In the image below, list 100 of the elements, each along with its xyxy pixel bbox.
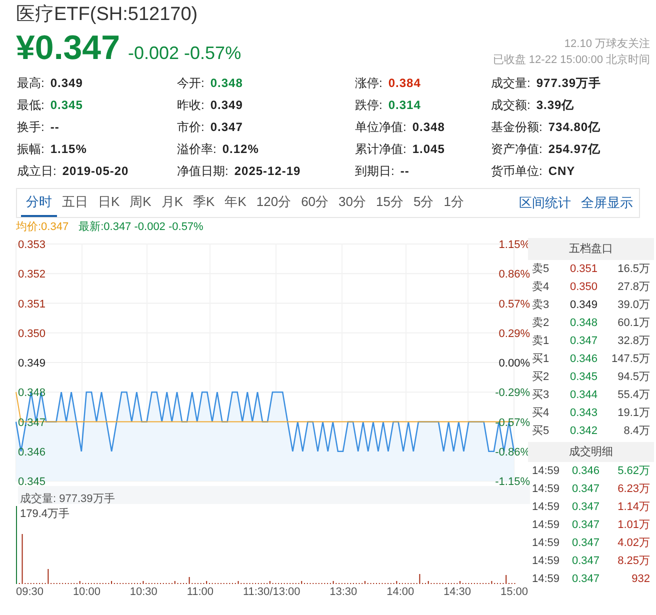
order-level: 买4 — [532, 406, 550, 421]
axis-label: 0.348 — [18, 387, 46, 400]
order-price: 0.343 — [570, 406, 599, 421]
stat-value: 2025-12-19 — [234, 163, 301, 180]
trade-price: 0.347 — [572, 572, 601, 587]
order-volume: 16.5万 — [616, 262, 650, 277]
period-tab[interactable]: 分时 — [21, 189, 57, 217]
trade-volume: 6.23万 — [616, 482, 650, 497]
order-price: 0.342 — [570, 424, 599, 439]
axis-label: 0.349 — [18, 358, 46, 370]
order-level: 卖4 — [532, 280, 550, 295]
stat-label: 到期日: — [355, 163, 394, 180]
stat-value: -- — [400, 163, 410, 180]
stat-label: 成交量: — [491, 75, 530, 92]
axis-label: 0.351 — [18, 298, 46, 310]
trade-time: 14:59 — [532, 500, 561, 515]
period-tab[interactable]: 五日 — [57, 189, 93, 217]
period-tab[interactable]: 季K — [188, 189, 220, 217]
time-axis-label: 10:30 — [130, 585, 158, 600]
period-tab[interactable]: 120分 — [251, 189, 296, 217]
stat-label: 净值日期: — [177, 163, 228, 180]
time-axis-label: 13:30 — [330, 585, 358, 600]
order-price: 0.346 — [570, 352, 599, 367]
axis-label: 0.29% — [498, 328, 530, 340]
order-volume: 32.8万 — [616, 334, 650, 349]
axis-label: 0.57% — [498, 298, 530, 310]
stat-value: 0.349 — [50, 75, 83, 92]
stat-value: 1.15% — [50, 141, 87, 158]
time-axis-label: 09:30 — [16, 585, 44, 600]
axis-label: -0.29% — [495, 387, 530, 400]
trade-volume: 932 — [630, 572, 650, 587]
trade-volume: 4.02万 — [616, 536, 650, 551]
time-axis-label: 11:30/13:00 — [242, 585, 300, 600]
stat-value: 2019-05-20 — [62, 163, 129, 180]
order-level: 买3 — [532, 388, 550, 403]
axis-label: -0.86% — [495, 446, 530, 458]
order-price: 0.347 — [570, 334, 599, 349]
period-tab[interactable]: 周K — [124, 189, 156, 217]
trade-time: 14:59 — [532, 554, 561, 569]
order-level: 买2 — [532, 370, 550, 385]
trade-time: 14:59 — [532, 572, 561, 587]
period-tab[interactable]: 月K — [156, 189, 188, 217]
order-price: 0.350 — [570, 280, 599, 295]
trade-price: 0.347 — [572, 536, 601, 551]
trade-time: 14:59 — [532, 482, 561, 497]
volume-max-label: 179.4万手 — [20, 507, 70, 522]
trade-volume: 8.25万 — [616, 554, 650, 569]
trade-volume: 1.14万 — [616, 500, 650, 515]
chart-link[interactable]: 全屏显示 — [581, 193, 633, 213]
stat-value: 0.349 — [210, 97, 243, 114]
stat-value: 1.045 — [412, 141, 445, 158]
order-book-header: 五档盘口 — [528, 238, 654, 260]
stat-value: -- — [50, 119, 60, 136]
order-level: 卖3 — [532, 298, 550, 313]
market-status: 已收盘 12-22 15:00:00 北京时间 — [492, 52, 650, 68]
order-volume: 19.1万 — [616, 406, 650, 421]
period-tab[interactable]: 30分 — [334, 189, 371, 217]
stat-label: 货币单位: — [491, 163, 542, 180]
stat-label: 振幅: — [17, 141, 44, 158]
trade-price: 0.347 — [572, 554, 601, 569]
time-axis-label: 10:00 — [72, 585, 100, 600]
order-price: 0.344 — [570, 388, 599, 403]
stat-label: 溢价率: — [177, 141, 216, 158]
trade-time: 14:59 — [532, 536, 561, 551]
stat-value: 0.348 — [210, 75, 243, 92]
latest-price-legend: 最新:0.347 -0.002 -0.57% — [78, 218, 204, 236]
stat-label: 单位净值: — [355, 119, 406, 136]
period-tab[interactable]: 1分 — [438, 189, 469, 217]
period-tab[interactable]: 年K — [220, 189, 252, 217]
period-tab[interactable]: 5分 — [408, 189, 439, 217]
order-level: 卖1 — [532, 334, 550, 349]
trades-header: 成交明细 — [528, 442, 654, 462]
average-price-legend: 均价:0.347 — [16, 218, 69, 236]
stat-label: 最低: — [17, 97, 44, 114]
order-volume: 60.1万 — [616, 316, 650, 331]
period-tab[interactable]: 60分 — [296, 189, 334, 217]
period-tab[interactable]: 15分 — [371, 189, 408, 217]
stat-label: 成立日: — [17, 163, 56, 180]
stat-value: 0.345 — [50, 97, 83, 114]
period-tab[interactable]: 日K — [93, 189, 125, 217]
chart-link[interactable]: 区间统计 — [519, 193, 571, 213]
order-volume: 94.5万 — [616, 370, 650, 385]
order-volume: 39.0万 — [616, 298, 650, 313]
stat-value: 977.39万手 — [536, 75, 602, 92]
stat-label: 涨停: — [355, 75, 382, 92]
fund-title: 医疗ETF(SH:512170) — [16, 3, 199, 27]
order-level: 买5 — [532, 424, 550, 439]
order-price: 0.345 — [570, 370, 599, 385]
stat-value: 0.12% — [222, 141, 259, 158]
stat-label: 基金份额: — [491, 119, 542, 136]
stat-value: 734.80亿 — [548, 119, 601, 136]
trade-price: 0.346 — [572, 464, 601, 479]
time-axis-label: 11:00 — [186, 585, 214, 600]
axis-label: 0.00% — [498, 358, 530, 370]
order-volume: 8.4万 — [622, 424, 650, 439]
order-volume: 147.5万 — [610, 352, 650, 367]
axis-label: 0.86% — [498, 268, 530, 281]
order-level: 卖5 — [532, 262, 550, 277]
time-axis-label: 14:00 — [386, 585, 414, 600]
time-axis-label: 15:00 — [500, 585, 528, 600]
